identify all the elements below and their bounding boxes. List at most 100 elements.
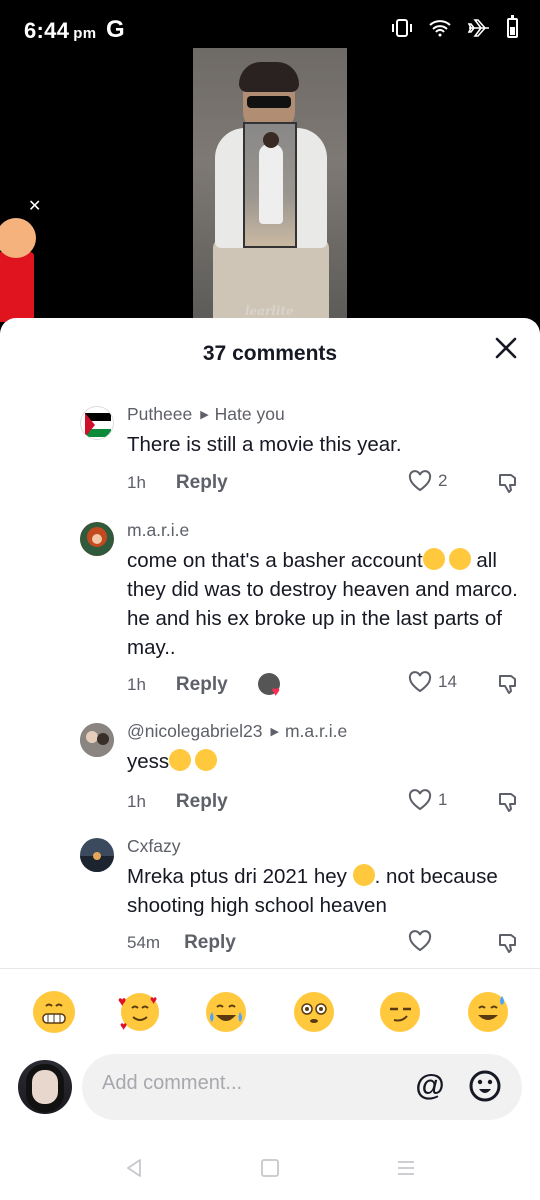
comment-composer: @	[0, 1052, 540, 1128]
dislike-icon[interactable]	[497, 673, 519, 695]
comment-author[interactable]: Cxfazy	[127, 836, 180, 857]
reply-button[interactable]: Reply	[184, 932, 236, 954]
gift-close-icon[interactable]: ✕	[28, 196, 41, 216]
divider	[0, 968, 540, 969]
airplane-mode-icon	[467, 19, 489, 37]
menu-icon[interactable]	[394, 1156, 418, 1180]
heart-icon	[408, 789, 432, 811]
sweat-smile-emoji-icon[interactable]	[466, 990, 510, 1034]
smiling-hearts-emoji-icon[interactable]: ♥ ♥ ♥	[118, 990, 162, 1034]
google-icon: G	[106, 16, 125, 43]
avatar-face	[32, 1070, 58, 1104]
comment-text: yess	[127, 747, 527, 776]
avatar[interactable]	[80, 723, 114, 757]
status-icons	[391, 15, 518, 38]
like-button[interactable]	[408, 930, 432, 952]
reply-arrow-icon: ▶	[200, 409, 209, 421]
wifi-icon	[429, 20, 451, 37]
avatar[interactable]	[80, 522, 114, 556]
avatar[interactable]	[80, 406, 114, 440]
gift-icon[interactable]	[0, 212, 42, 322]
comment-text: There is still a movie this year.	[127, 433, 402, 456]
reply-button[interactable]: Reply	[176, 674, 228, 696]
comment-text-part: yess	[127, 750, 170, 773]
heart-icon	[408, 470, 432, 492]
like-count: 2	[438, 471, 448, 490]
svg-text:♥: ♥	[118, 993, 126, 1009]
comment-author[interactable]: m.a.r.i.e	[127, 520, 189, 541]
smiling-hearts-emoji-icon	[169, 749, 192, 771]
tears-of-joy-emoji-icon[interactable]	[204, 990, 248, 1034]
comment-input-box[interactable]: @	[82, 1054, 522, 1120]
reply-to-name[interactable]: m.a.r.i.e	[285, 721, 347, 741]
video-preview[interactable]: learlite	[193, 48, 347, 328]
comment-author[interactable]: Putheee ▶ Hate you	[127, 404, 285, 425]
comment-text-part: Mreka ptus dri 2021 hey	[127, 865, 353, 888]
like-button[interactable]: 2	[408, 470, 447, 492]
clock-ampm: pm	[73, 25, 97, 42]
comment-meta: 1h Reply	[127, 472, 228, 494]
comment-text: Mreka ptus dri 2021 hey . not because sh…	[127, 862, 527, 920]
smiling-hearts-emoji-icon	[195, 749, 218, 771]
creator-liked-avatar-icon: ♥	[257, 673, 284, 699]
dislike-icon[interactable]	[497, 932, 519, 954]
reply-to-name[interactable]: Hate you	[215, 404, 285, 424]
video-watermark: learlite	[245, 304, 294, 318]
video-figure-hair	[239, 62, 299, 92]
flushed-emoji-icon[interactable]	[292, 990, 336, 1034]
grinning-teeth-emoji-icon[interactable]	[32, 990, 76, 1034]
avatar[interactable]	[80, 838, 114, 872]
like-count: 14	[438, 672, 457, 691]
comment-input[interactable]	[102, 1072, 402, 1095]
reply-button[interactable]: Reply	[176, 791, 228, 813]
reply-arrow-icon: ▶	[270, 726, 279, 738]
system-nav-bar	[0, 1148, 540, 1192]
mention-button[interactable]: @	[412, 1068, 448, 1104]
svg-text:♥: ♥	[150, 993, 157, 1007]
video-figure-sunglasses	[247, 96, 291, 108]
heart-icon	[408, 671, 432, 693]
comment-author[interactable]: @nicolegabriel23 ▶ m.a.r.i.e	[127, 721, 347, 742]
battery-icon	[507, 15, 518, 38]
like-button[interactable]: 14	[408, 671, 457, 693]
sweat-smile-emoji-icon	[448, 548, 471, 570]
comments-sheet: 37 comments Putheee ▶ Hate you There is st…	[0, 318, 540, 1200]
comment-meta: 1h Reply	[127, 791, 228, 813]
comment-text-part: come on that's a basher account	[127, 549, 423, 572]
svg-text:♥: ♥	[120, 1019, 127, 1033]
video-inset	[243, 122, 297, 248]
like-button[interactable]: 1	[408, 789, 447, 811]
avatar[interactable]	[18, 1060, 72, 1114]
dislike-icon[interactable]	[497, 472, 519, 494]
smirk-emoji-icon	[422, 548, 445, 570]
comments-count-title: 37 comments	[202, 342, 338, 365]
close-icon[interactable]	[494, 336, 518, 360]
home-icon[interactable]	[258, 1156, 282, 1180]
comment-meta: 54m Reply	[127, 932, 236, 954]
reply-button[interactable]: Reply	[176, 472, 228, 494]
comment-time: 1h	[127, 792, 146, 811]
clock-time: 6:44	[24, 18, 70, 43]
dislike-icon[interactable]	[497, 791, 519, 813]
emoji-picker-icon[interactable]	[468, 1069, 502, 1103]
like-count: 1	[438, 790, 448, 809]
author-name[interactable]: Cxfazy	[127, 836, 180, 856]
tears-of-joy-emoji-icon	[352, 864, 375, 886]
status-time: 6:44 pm	[24, 18, 96, 44]
inset-figure	[259, 144, 283, 224]
smirk-emoji-icon[interactable]	[378, 990, 422, 1034]
author-name[interactable]: @nicolegabriel23	[127, 721, 263, 741]
vibrate-icon	[392, 19, 412, 37]
back-icon[interactable]	[122, 1156, 146, 1180]
comment-meta: 1h Reply ♥	[127, 673, 284, 699]
comment-time: 1h	[127, 473, 146, 492]
heart-icon	[408, 930, 432, 952]
author-name[interactable]: m.a.r.i.e	[127, 520, 189, 540]
gift-box	[0, 252, 34, 322]
comment-time: 54m	[127, 933, 161, 952]
quick-emoji-row: ♥ ♥ ♥	[0, 990, 540, 1040]
author-name[interactable]: Putheee	[127, 404, 192, 424]
comment-text: come on that's a basher account all they…	[127, 546, 527, 662]
inset-figure-head	[263, 132, 279, 148]
comment-time: 1h	[127, 675, 146, 694]
